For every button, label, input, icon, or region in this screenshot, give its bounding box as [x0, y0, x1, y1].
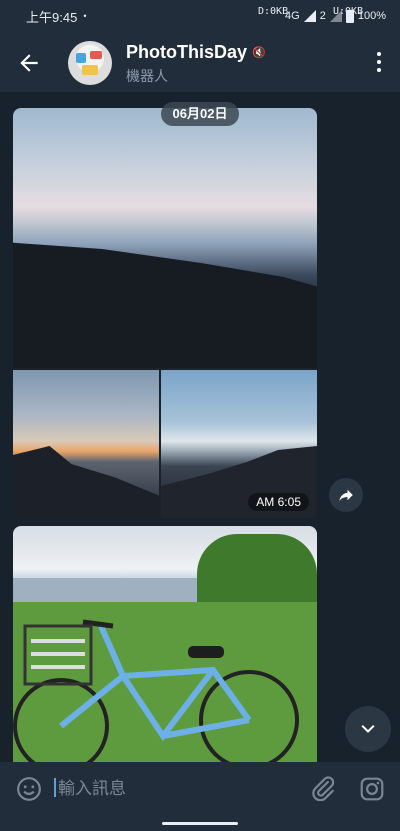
- photo-message[interactable]: [13, 526, 317, 762]
- mute-icon: 🔇: [252, 47, 266, 59]
- download-speed: D:0KB: [258, 6, 289, 17]
- menu-dot: [377, 68, 381, 72]
- emoji-icon[interactable]: [16, 776, 42, 802]
- share-icon: [339, 489, 353, 501]
- album-photo[interactable]: [13, 108, 317, 368]
- instagram-camera-icon[interactable]: [359, 776, 385, 802]
- avatar-shape: [82, 65, 98, 75]
- signal-icon: [303, 10, 316, 22]
- photo-album-message[interactable]: AM 6:05: [13, 108, 317, 518]
- mountain-silhouette: [13, 242, 317, 368]
- avatar-shape: [76, 53, 86, 63]
- message-composer: 輸入訊息: [0, 762, 400, 815]
- album-photo[interactable]: [13, 370, 159, 518]
- scroll-down-button[interactable]: [345, 706, 391, 752]
- arrow-left-icon[interactable]: [16, 50, 42, 76]
- status-dot: •: [83, 11, 87, 21]
- mountain-silhouette: [13, 446, 159, 518]
- avatar-shape: [90, 51, 102, 59]
- chevron-down-icon: [361, 724, 375, 733]
- avatar[interactable]: [68, 41, 112, 85]
- paperclip-icon[interactable]: [310, 775, 336, 801]
- message-list[interactable]: AM 6:05 06月02日: [0, 92, 400, 762]
- message-input-placeholder: 輸入訊息: [58, 779, 126, 798]
- chat-subtitle: 機器人: [126, 68, 168, 84]
- menu-dot: [377, 52, 381, 56]
- bicycle-illustration: [13, 619, 299, 762]
- date-chip: 06月02日: [161, 102, 239, 126]
- home-indicator[interactable]: [162, 822, 238, 825]
- message-input[interactable]: 輸入訊息: [54, 776, 294, 802]
- menu-dot: [377, 60, 381, 64]
- sim-slot-label: 2: [319, 10, 326, 22]
- upload-speed: U:0KB: [333, 6, 364, 17]
- message-timestamp: AM 6:05: [248, 493, 309, 511]
- system-nav-bar: [0, 815, 400, 831]
- chat-title[interactable]: PhotoThisDay: [126, 42, 247, 63]
- text-caret: [54, 778, 56, 797]
- chat-header: PhotoThisDay 🔇 機器人: [0, 32, 400, 92]
- more-vert-icon[interactable]: [376, 52, 382, 72]
- status-time: 上午9:45: [26, 9, 78, 25]
- share-button[interactable]: [329, 478, 363, 512]
